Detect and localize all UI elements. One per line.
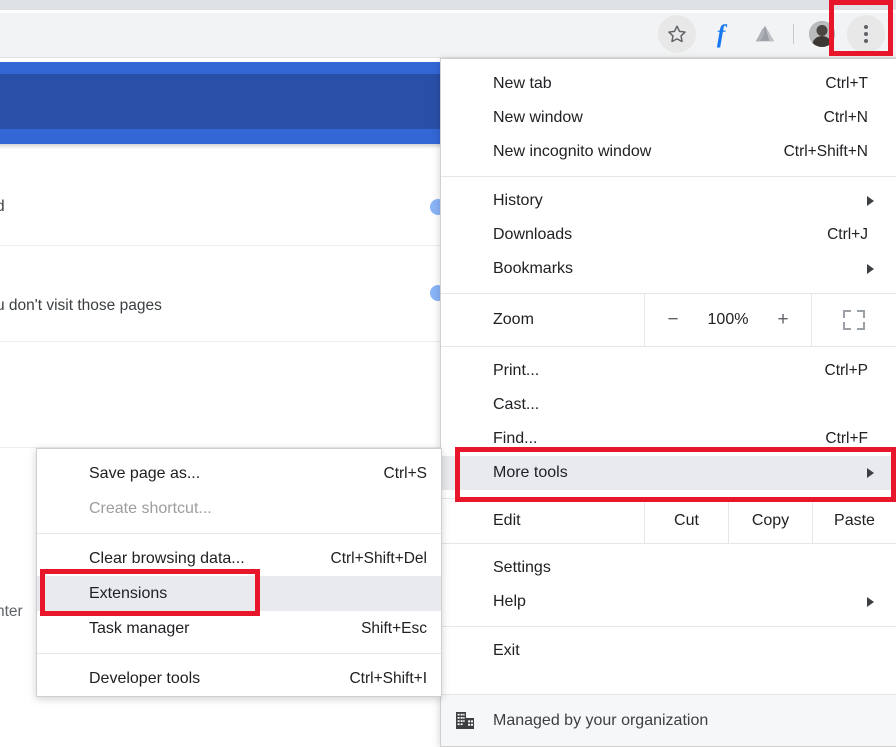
fullscreen-button[interactable] (811, 294, 896, 346)
submenu-item-accelerator: Ctrl+Shift+I (349, 670, 427, 688)
google-drive-icon (754, 24, 776, 44)
zoom-out-button[interactable]: − (651, 309, 695, 331)
chrome-menu-button[interactable] (844, 12, 888, 56)
toolbar-divider (793, 24, 794, 44)
menu-item-label: Print... (493, 362, 825, 380)
menu-item-label: Bookmarks (493, 260, 867, 278)
submenu-item-accelerator: Shift+Esc (361, 620, 427, 638)
settings-text-fragment-3: nter (0, 603, 23, 621)
submenu-item-accelerator: Ctrl+Shift+Del (331, 550, 427, 568)
submenu-item-developer-tools[interactable]: Developer tools Ctrl+Shift+I (37, 661, 441, 696)
menu-item-settings[interactable]: Settings (441, 551, 896, 585)
menu-item-label: History (493, 192, 867, 210)
menu-item-bookmarks[interactable]: Bookmarks (441, 252, 896, 286)
fullscreen-icon (843, 310, 865, 330)
menu-item-find[interactable]: Find... Ctrl+F (441, 422, 896, 456)
zoom-in-button[interactable]: + (761, 309, 805, 331)
menu-item-label: Settings (493, 559, 882, 577)
menu-item-label: New window (493, 109, 824, 127)
submenu-item-save-page-as[interactable]: Save page as... Ctrl+S (37, 456, 441, 491)
menu-item-downloads[interactable]: Downloads Ctrl+J (441, 218, 896, 252)
menu-row-zoom: Zoom − 100% + (441, 294, 896, 346)
managed-by-organization-label: Managed by your organization (493, 712, 708, 730)
zoom-controls: − 100% + (644, 294, 811, 346)
submenu-item-label: Save page as... (89, 465, 384, 483)
more-tools-submenu: Save page as... Ctrl+S Create shortcut..… (36, 448, 442, 697)
menu-item-accelerator: Ctrl+P (825, 362, 883, 380)
menu-item-accelerator: Ctrl+J (827, 226, 882, 244)
edit-paste-button[interactable]: Paste (812, 499, 896, 543)
tab-strip (0, 0, 896, 10)
bookmark-star-button[interactable] (655, 12, 699, 56)
zoom-label: Zoom (441, 294, 644, 346)
managed-by-organization-row[interactable]: Managed by your organization (441, 694, 896, 746)
submenu-item-create-shortcut: Create shortcut... (37, 491, 441, 526)
submenu-item-accelerator: Ctrl+S (384, 465, 428, 483)
submenu-item-label: Extensions (89, 585, 427, 603)
zoom-level-value: 100% (695, 311, 761, 329)
submenu-separator (37, 533, 441, 534)
screenshot-root: f d u don't visit those pages nter (0, 0, 896, 747)
menu-separator (441, 176, 896, 177)
edit-copy-button[interactable]: Copy (728, 499, 812, 543)
menu-item-accelerator: Ctrl+F (825, 430, 882, 448)
submenu-separator (37, 653, 441, 654)
organization-building-icon (455, 711, 475, 730)
chevron-right-icon (867, 264, 874, 274)
submenu-item-label: Clear browsing data... (89, 550, 331, 568)
menu-item-label: New incognito window (493, 143, 784, 161)
chevron-right-icon (867, 468, 874, 478)
menu-item-label: Help (493, 593, 867, 611)
settings-text-fragment-1: d (0, 198, 5, 216)
menu-separator (441, 626, 896, 627)
menu-item-accelerator: Ctrl+T (825, 75, 882, 93)
menu-item-label: Exit (493, 642, 882, 660)
menu-item-cast[interactable]: Cast... (441, 388, 896, 422)
profile-avatar-button[interactable] (800, 12, 844, 56)
menu-row-edit: Edit Cut Copy Paste (441, 499, 896, 543)
menu-item-label: More tools (493, 464, 867, 482)
menu-item-label: Cast... (493, 396, 882, 414)
toolbar-icon-group: f (655, 10, 888, 58)
menu-item-new-incognito-window[interactable]: New incognito window Ctrl+Shift+N (441, 135, 896, 169)
menu-item-accelerator: Ctrl+Shift+N (784, 143, 882, 161)
menu-item-label: New tab (493, 75, 825, 93)
menu-item-history[interactable]: History (441, 184, 896, 218)
menu-item-new-window[interactable]: New window Ctrl+N (441, 101, 896, 135)
chrome-main-menu: New tab Ctrl+T New window Ctrl+N New inc… (440, 58, 896, 747)
bookmark-star-icon (666, 23, 688, 45)
menu-item-accelerator: Ctrl+N (824, 109, 882, 127)
submenu-item-task-manager[interactable]: Task manager Shift+Esc (37, 611, 441, 646)
chrome-menu-icon (864, 25, 868, 43)
google-drive-button[interactable] (743, 12, 787, 56)
submenu-item-extensions[interactable]: Extensions (37, 576, 441, 611)
facebook-extension-button[interactable]: f (699, 12, 743, 56)
submenu-item-clear-browsing-data[interactable]: Clear browsing data... Ctrl+Shift+Del (37, 541, 441, 576)
menu-item-more-tools[interactable]: More tools (441, 456, 896, 490)
chevron-right-icon (867, 196, 874, 206)
menu-item-help[interactable]: Help (441, 585, 896, 619)
menu-item-exit[interactable]: Exit (441, 634, 896, 668)
menu-item-label: Downloads (493, 226, 827, 244)
facebook-icon: f (717, 22, 725, 47)
edit-cut-button[interactable]: Cut (644, 499, 728, 543)
menu-item-new-tab[interactable]: New tab Ctrl+T (441, 67, 896, 101)
submenu-item-label: Task manager (89, 620, 361, 638)
chevron-right-icon (867, 597, 874, 607)
avatar (809, 21, 835, 47)
settings-text-fragment-2: u don't visit those pages (0, 297, 162, 315)
submenu-item-label: Create shortcut... (89, 500, 427, 518)
edit-label: Edit (441, 499, 644, 543)
submenu-item-label: Developer tools (89, 670, 349, 688)
menu-item-label: Find... (493, 430, 825, 448)
menu-item-print[interactable]: Print... Ctrl+P (441, 354, 896, 388)
